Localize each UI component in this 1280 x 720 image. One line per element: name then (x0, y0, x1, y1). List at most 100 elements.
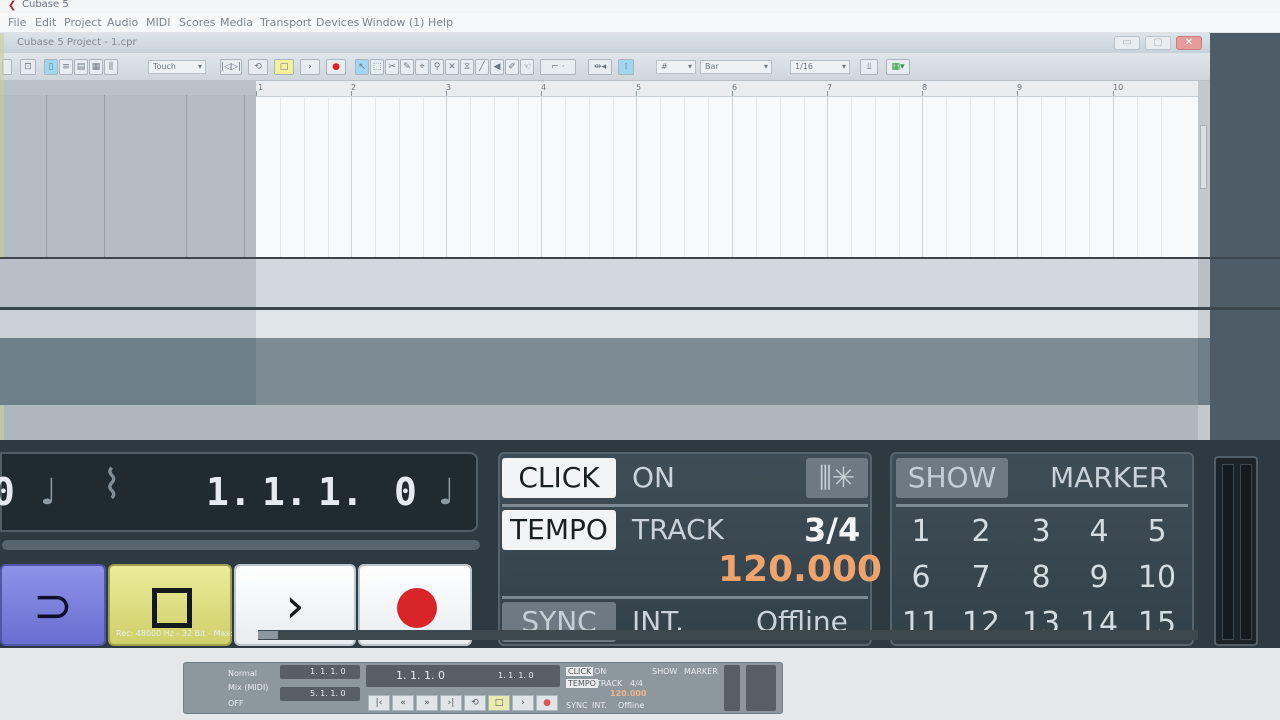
play-tool-icon[interactable]: ◀ (490, 59, 504, 75)
object-selection-tool-icon[interactable]: ↖ (355, 59, 369, 75)
snap-onoff-icon[interactable]: ⁞ (618, 59, 634, 75)
menu-transport[interactable]: Transport (260, 16, 312, 29)
grid-type-select[interactable]: Bar (700, 60, 772, 74)
stop-icon[interactable]: □ (274, 59, 294, 75)
marker-4-button[interactable]: 4 (1072, 512, 1126, 552)
mini-sync[interactable]: SYNC (566, 701, 588, 710)
mini-primary-time[interactable]: 1. 1. 1. 0 (396, 669, 445, 682)
level-meter (1214, 456, 1258, 646)
quantize-select[interactable]: 1/16 (790, 60, 850, 74)
cycle-button[interactable]: ⊃ (0, 564, 106, 646)
record-icon (397, 588, 437, 628)
tempo-button[interactable]: TEMPO (502, 510, 616, 550)
mute-tool-icon[interactable]: ✕ (445, 59, 459, 75)
record-icon[interactable]: ● (326, 59, 346, 75)
position-slider[interactable] (2, 540, 480, 550)
show-infoline-icon[interactable]: ≡ (59, 59, 73, 75)
color-tool-icon[interactable]: ✐ (505, 59, 519, 75)
scrollbar-thumb[interactable] (258, 631, 278, 639)
mini-click[interactable]: CLICK (566, 667, 594, 676)
close-button[interactable]: ✕ (1176, 36, 1202, 50)
marker-2-button[interactable]: 2 (954, 512, 1008, 552)
marker-10-button[interactable]: 10 (1130, 558, 1184, 598)
mini-mix[interactable]: Mix (MIDI) (228, 683, 268, 692)
overlay-band (0, 338, 1210, 405)
overlay-band (0, 310, 1210, 338)
menu-project[interactable]: Project (64, 16, 102, 29)
mini-play-button[interactable]: › (512, 695, 534, 711)
note-icon: ♩ (438, 472, 455, 513)
draw-tool-icon[interactable]: ✎ (400, 59, 414, 75)
mini-marker: MARKER (684, 667, 718, 676)
mini-tempo-value[interactable]: 120.000 (610, 689, 646, 698)
minimize-button[interactable]: ▭ (1114, 36, 1140, 50)
marker-1-button[interactable]: 1 (894, 512, 948, 552)
split-tool-icon[interactable]: ✂ (385, 59, 399, 75)
mini-mode[interactable]: Normal (228, 669, 257, 678)
maximize-button[interactable]: ▢ (1145, 36, 1171, 50)
mini-forward-button[interactable]: » (416, 695, 438, 711)
scrollbar-thumb[interactable] (1200, 125, 1207, 189)
mini-rewind-start-button[interactable]: |‹ (368, 695, 390, 711)
ruler-settings-icon[interactable]: ⫫ (860, 59, 878, 75)
show-pool-icon[interactable]: ▦ (89, 59, 103, 75)
mini-end-button[interactable]: ›| (440, 695, 462, 711)
mini-show[interactable]: SHOW (652, 667, 677, 676)
menu-help[interactable]: Help (428, 16, 453, 29)
mini-secondary-time[interactable]: 1. 1. 1. 0 (498, 671, 534, 680)
mini-record-button[interactable]: ● (536, 695, 558, 711)
horizontal-scrollbar[interactable] (258, 630, 1198, 640)
show-inspector-icon[interactable]: ▯ (44, 59, 58, 75)
line-tool-icon[interactable]: ╱ (475, 59, 489, 75)
mini-left-locator[interactable]: 1. 1. 1. 0 (310, 667, 346, 676)
cycle-icon[interactable]: ⟲ (248, 59, 268, 75)
mini-stop-button[interactable]: □ (488, 695, 510, 711)
show-overview-icon[interactable]: ▤ (74, 59, 88, 75)
color-palette-icon[interactable]: ▦▾ (886, 59, 910, 75)
menu-scores[interactable]: Scores (179, 16, 216, 29)
tempo-mode: TRACK (632, 513, 724, 546)
ruler[interactable]: 1 2 3 4 5 6 7 8 9 10 (256, 81, 1198, 97)
marker-9-button[interactable]: 9 (1072, 558, 1126, 598)
play-icon[interactable]: › (300, 59, 320, 75)
marker-3-button[interactable]: 3 (1014, 512, 1068, 552)
autoscroll-icon[interactable]: ⌐ · (540, 59, 576, 75)
menu-audio[interactable]: Audio (107, 16, 138, 29)
menu-edit[interactable]: Edit (35, 16, 56, 29)
marker-5-button[interactable]: 5 (1130, 512, 1184, 552)
show-markers-button[interactable]: SHOW (896, 458, 1008, 498)
marker-label: MARKER (1050, 461, 1169, 494)
glue-tool-icon[interactable]: ⌖ (415, 59, 429, 75)
mini-signature[interactable]: 4/4 (630, 679, 643, 688)
menu-devices[interactable]: Devices (316, 16, 359, 29)
marker-7-button[interactable]: 7 (954, 558, 1008, 598)
time-signature[interactable]: 3/4 (804, 510, 860, 550)
mini-rewind-button[interactable]: « (392, 695, 414, 711)
menu-file[interactable]: File (8, 16, 26, 29)
zoom-tool-icon[interactable]: ⚲ (430, 59, 444, 75)
mini-tempo[interactable]: TEMPO (566, 679, 598, 688)
timewarp-tool-icon[interactable]: ⧖ (460, 59, 474, 75)
marker-panel: SHOW MARKER 1 2 3 4 5 6 7 8 9 10 11 12 1… (890, 452, 1194, 646)
app-titlebar: ❮ Cubase 5 (0, 0, 1280, 13)
tempo-value[interactable]: 120.000 (718, 550, 882, 590)
marker-6-button[interactable]: 6 (894, 558, 948, 598)
grid-snap-select[interactable]: # (656, 60, 696, 74)
time-display[interactable]: 0 ♩ ⌇ 1. 1. 1. 0 ♩ (0, 452, 480, 550)
snap-type-icon[interactable]: ⇹◂ (588, 59, 612, 75)
go-to-start-icon[interactable]: |◁▷| (220, 59, 242, 75)
menu-window[interactable]: Window (1) (362, 16, 424, 29)
mini-right-locator[interactable]: 5. 1. 1. 0 (310, 689, 346, 698)
constrain-delay-icon[interactable]: ⊡ (20, 59, 36, 75)
automation-mode-select[interactable]: Touch (148, 60, 206, 74)
mini-off[interactable]: OFF (228, 699, 244, 708)
click-button[interactable]: CLICK (502, 458, 616, 498)
show-mixer-icon[interactable]: ⫼ (104, 59, 118, 75)
hand-tool-icon[interactable]: ☜ (520, 59, 534, 75)
menu-midi[interactable]: MIDI (146, 16, 170, 29)
click-settings-icon[interactable]: ⫼✳ (806, 458, 868, 498)
mini-cycle-button[interactable]: ⟲ (464, 695, 486, 711)
marker-8-button[interactable]: 8 (1014, 558, 1068, 598)
menu-media[interactable]: Media (220, 16, 253, 29)
range-selection-tool-icon[interactable]: ⬚ (370, 59, 384, 75)
